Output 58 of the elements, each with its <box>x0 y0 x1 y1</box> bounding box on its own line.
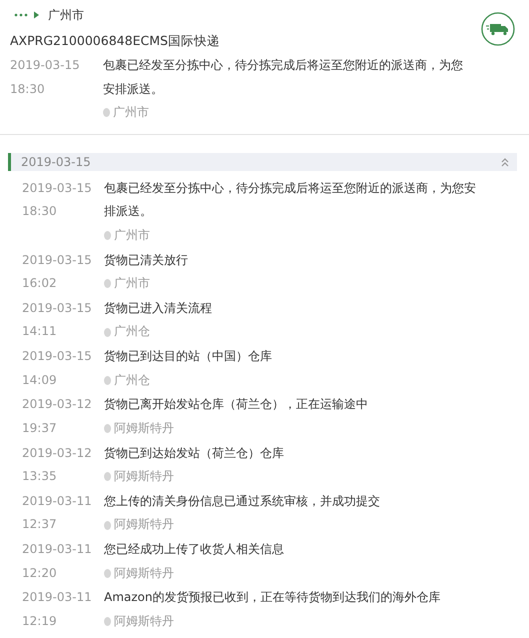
event-time: 19:37 <box>22 420 58 437</box>
event-location: 阿姆斯特丹 <box>114 420 174 437</box>
truck-icon <box>481 12 515 46</box>
event-time: 12:37 <box>22 516 58 534</box>
current-location: 广州市 <box>48 7 84 24</box>
event-date: 2019-03-15 <box>22 348 93 365</box>
event-description: 货物已清关放行 <box>104 252 189 268</box>
collapse-icon[interactable] <box>501 156 509 167</box>
location-dot-icon <box>104 424 111 433</box>
location-dot-icon <box>104 328 111 336</box>
event-description: 您上传的清关身份信息已通过系统审核，并成功提交 <box>104 492 381 510</box>
event-description: 包裹已经发至分拣中心，待分拣完成后将运至您附近的派送商，为您安排派送。 <box>104 180 477 220</box>
event-time: 12:19 <box>22 612 58 630</box>
event-location: 阿姆斯特丹 <box>114 564 174 582</box>
progress-arrow-icon <box>14 11 40 19</box>
tracking-number: AXPRG2100006848 <box>10 32 133 48</box>
event-description: Amazon的发货预报已收到，正在等待货物到达我们的海外仓库 <box>104 589 442 606</box>
event-description: 货物已进入清关流程 <box>104 300 213 317</box>
location-dot-icon <box>104 568 111 578</box>
event-description: 包裹已经发至分拣中心，待分拣完成后将运至您附近的派送商，为您安排派送。 <box>103 57 463 98</box>
location-dot-icon <box>104 376 111 385</box>
event-date: 2019-03-11 <box>22 589 93 606</box>
event-time: 18:30 <box>10 80 46 98</box>
location-dot-icon <box>104 472 111 482</box>
event-date: 2019-03-12 <box>22 444 93 462</box>
event-description: 货物已到达始发站（荷兰仓）仓库 <box>104 444 285 462</box>
event-date: 2019-03-11 <box>22 541 93 558</box>
event-location: 阿姆斯特丹 <box>114 516 174 534</box>
event-location: 广州仓 <box>114 372 150 388</box>
event-description: 货物已离开始发站仓库（荷兰仓），正在运输途中 <box>104 396 369 414</box>
event-date: 2019-03-15 <box>22 252 93 268</box>
event-time: 14:09 <box>22 372 58 388</box>
location-dot-icon <box>104 617 111 626</box>
location-dot-icon <box>103 108 110 118</box>
event-date: 2019-03-11 <box>22 492 93 510</box>
event-time: 18:30 <box>22 203 58 220</box>
event-date: 2019-03-15 <box>22 300 93 317</box>
event-location: 广州市 <box>113 104 149 121</box>
event-date: 2019-03-12 <box>22 396 93 414</box>
event-time: 16:02 <box>22 275 58 292</box>
event-location: 广州市 <box>114 275 150 292</box>
event-date: 2019-03-15 <box>22 180 93 197</box>
carrier-name: ECMS国际快递 <box>132 32 220 48</box>
location-dot-icon <box>104 231 111 240</box>
event-time: 12:20 <box>22 564 58 582</box>
location-dot-icon <box>104 279 111 288</box>
event-location: 阿姆斯特丹 <box>114 468 174 485</box>
group-date: 2019-03-15 <box>21 154 91 171</box>
location-dot-icon <box>104 520 111 530</box>
event-location: 广州仓 <box>114 323 150 340</box>
event-location: 阿姆斯特丹 <box>114 612 174 630</box>
event-time: 13:35 <box>22 468 58 485</box>
event-description: 货物已到达目的站（中国）仓库 <box>104 348 273 365</box>
event-location: 广州市 <box>114 226 150 244</box>
event-date: 2019-03-15 <box>10 57 81 74</box>
date-group-header[interactable]: 2019-03-15 <box>8 152 517 171</box>
event-description: 您已经成功上传了收货人相关信息 <box>104 541 285 558</box>
event-time: 14:11 <box>22 323 58 340</box>
